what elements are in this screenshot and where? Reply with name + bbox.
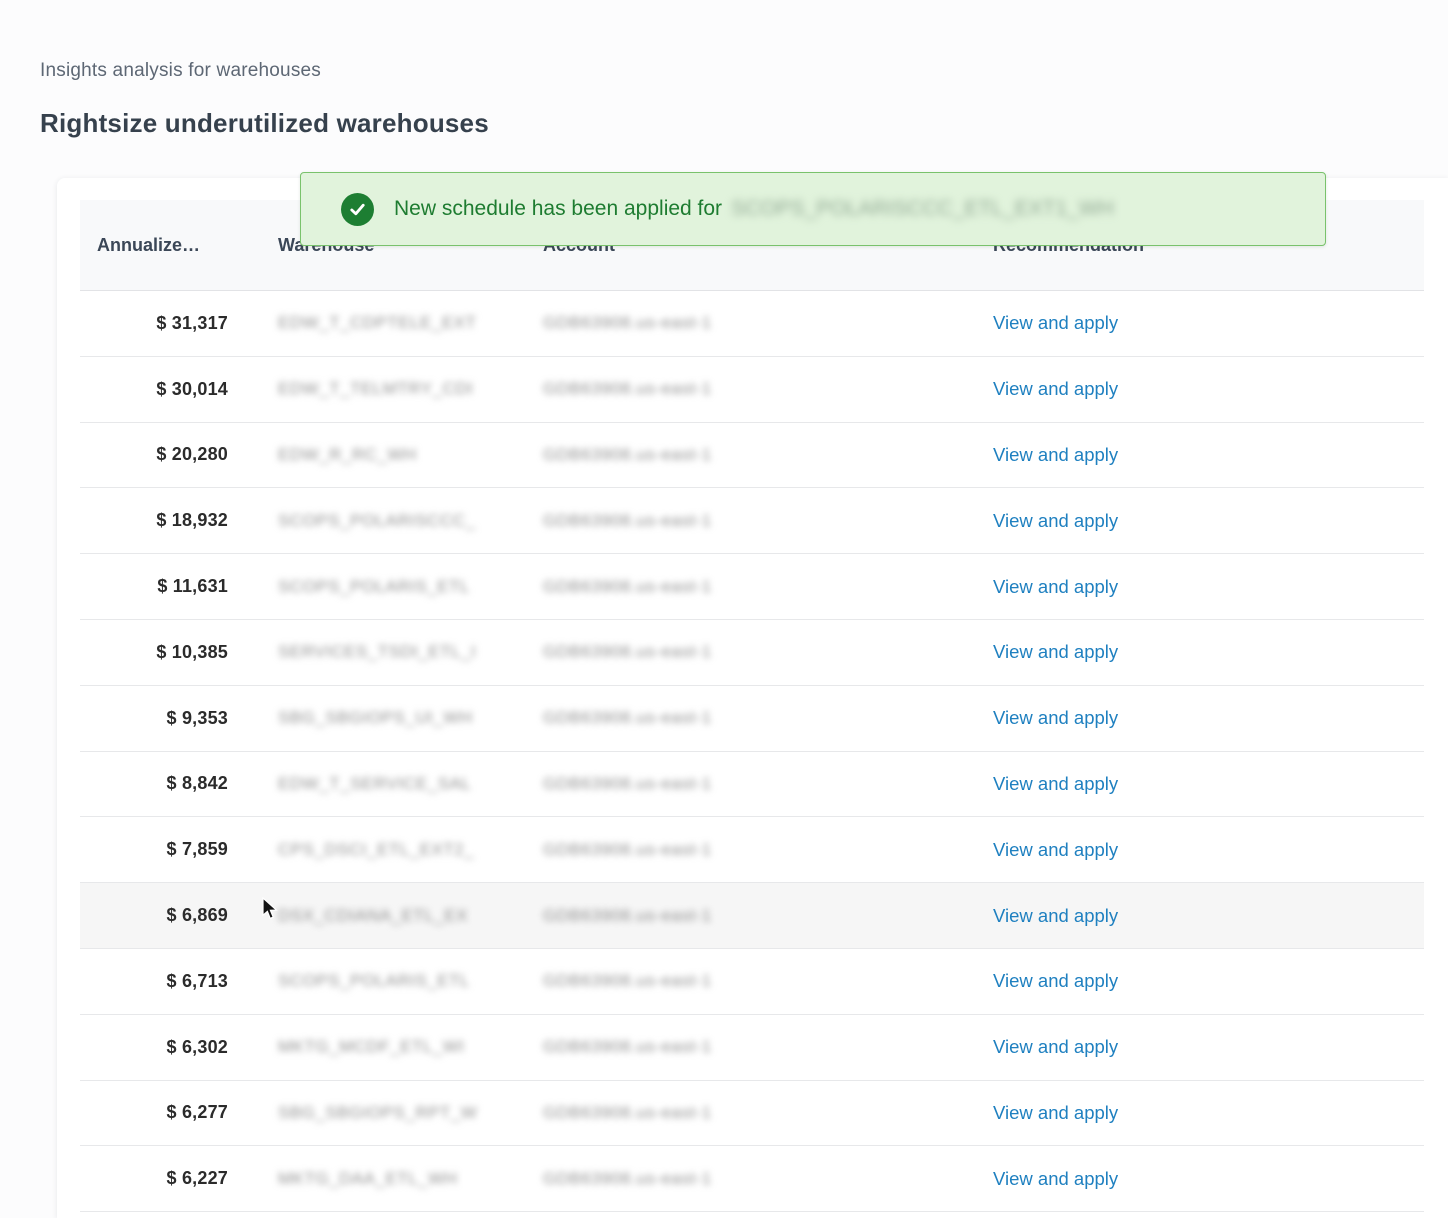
view-and-apply-link[interactable]: View and apply: [993, 1168, 1118, 1189]
annualized-cost-cell: $ 8,842: [80, 773, 245, 794]
page-title: Rightsize underutilized warehouses: [40, 108, 489, 139]
warehouse-cell: MKTG_DAA_ETL_WH: [245, 1169, 510, 1189]
recommendation-cell: View and apply: [960, 641, 1424, 663]
warehouse-cell: SCOPS_POLARISCCC_: [245, 511, 510, 531]
account-cell: GDB63908.us-east-1: [510, 1037, 960, 1057]
view-and-apply-link[interactable]: View and apply: [993, 444, 1118, 465]
recommendation-cell: View and apply: [960, 707, 1424, 729]
view-and-apply-link[interactable]: View and apply: [993, 378, 1118, 399]
warehouse-cell: EDW_T_CDPTELE_EXT: [245, 313, 510, 333]
annualized-cost-cell: $ 7,859: [80, 839, 245, 860]
view-and-apply-link[interactable]: View and apply: [993, 839, 1118, 860]
table-row: $ 6,713SCOPS_POLARIS_ETLGDB63908.us-east…: [80, 949, 1424, 1015]
annualized-cost-cell: $ 10,385: [80, 642, 245, 663]
table-row: $ 11,631SCOPS_POLARIS_ETLGDB63908.us-eas…: [80, 554, 1424, 620]
view-and-apply-link[interactable]: View and apply: [993, 312, 1118, 333]
table-row: $ 6,302MKTG_MCDF_ETL_WIGDB63908.us-east-…: [80, 1015, 1424, 1081]
recommendation-cell: View and apply: [960, 773, 1424, 795]
view-and-apply-link[interactable]: View and apply: [993, 905, 1118, 926]
annualized-cost-cell: $ 30,014: [80, 379, 245, 400]
warehouse-cell: SCOPS_POLARIS_ETL: [245, 577, 510, 597]
view-and-apply-link[interactable]: View and apply: [993, 510, 1118, 531]
toast-message: New schedule has been applied for: [394, 197, 722, 221]
recommendation-cell: View and apply: [960, 576, 1424, 598]
table-row: $ 6,869DSX_CDIANA_ETL_EXGDB63908.us-east…: [80, 883, 1424, 949]
page-subtitle: Insights analysis for warehouses: [40, 60, 321, 82]
account-cell: GDB63908.us-east-1: [510, 642, 960, 662]
annualized-cost-cell: $ 6,277: [80, 1102, 245, 1123]
table-row: $ 20,280EDW_R_RC_WHGDB63908.us-east-1 Vie…: [80, 423, 1424, 489]
view-and-apply-link[interactable]: View and apply: [993, 707, 1118, 728]
annualized-cost-cell: $ 31,317: [80, 313, 245, 334]
recommendation-cell: View and apply: [960, 970, 1424, 992]
recommendation-cell: View and apply: [960, 1102, 1424, 1124]
warehouses-table: Annualize… Warehouse Account Recommendat…: [80, 200, 1424, 1212]
view-and-apply-link[interactable]: View and apply: [993, 970, 1118, 991]
account-cell: GDB63908.us-east-1: [510, 379, 960, 399]
account-cell: GDB63908.us-east-1: [510, 1169, 960, 1189]
account-cell: GDB63908.us-east-1: [510, 906, 960, 926]
view-and-apply-link[interactable]: View and apply: [993, 773, 1118, 794]
warehouse-cell: MKTG_MCDF_ETL_WI: [245, 1037, 510, 1057]
warehouse-cell: SCOPS_POLARIS_ETL: [245, 971, 510, 991]
account-cell: GDB63908.us-east-1: [510, 774, 960, 794]
recommendation-cell: View and apply: [960, 510, 1424, 532]
content-card: Annualize… Warehouse Account Recommendat…: [57, 178, 1448, 1218]
toast-notification: New schedule has been applied for SCOPS_…: [300, 172, 1326, 246]
warehouse-cell: SBG_SBGIOPS_RPT_W: [245, 1103, 510, 1123]
view-and-apply-link[interactable]: View and apply: [993, 1036, 1118, 1057]
account-cell: GDB63908.us-east-1: [510, 971, 960, 991]
account-cell: GDB63908.us-east-1: [510, 577, 960, 597]
warehouse-cell: SERVICES_TSDI_ETL_I: [245, 642, 510, 662]
check-circle-icon: [341, 193, 374, 226]
warehouse-cell: DSX_CDIANA_ETL_EX: [245, 906, 510, 926]
table-row: $ 6,277SBG_SBGIOPS_RPT_WGDB63908.us-east…: [80, 1081, 1424, 1147]
view-and-apply-link[interactable]: View and apply: [993, 641, 1118, 662]
recommendation-cell: View and apply: [960, 905, 1424, 927]
annualized-cost-cell: $ 6,869: [80, 905, 245, 926]
annualized-cost-cell: $ 18,932: [80, 510, 245, 531]
table-row: $ 31,317EDW_T_CDPTELE_EXTGDB63908.us-eas…: [80, 291, 1424, 357]
annualized-cost-cell: $ 6,227: [80, 1168, 245, 1189]
table-row: $ 9,353SBG_SBGIOPS_UI_WHGDB63908.us-east…: [80, 686, 1424, 752]
account-cell: GDB63908.us-east-1: [510, 840, 960, 860]
view-and-apply-link[interactable]: View and apply: [993, 1102, 1118, 1123]
account-cell: GDB63908.us-east-1: [510, 313, 960, 333]
account-cell: GDB63908.us-east-1: [510, 708, 960, 728]
column-header-annualized[interactable]: Annualize…: [80, 235, 245, 256]
annualized-cost-cell: $ 9,353: [80, 708, 245, 729]
annualized-cost-cell: $ 6,713: [80, 971, 245, 992]
warehouse-cell: EDW_R_RC_WH: [245, 445, 510, 465]
warehouse-cell: EDW_T_TELMTRY_CDI: [245, 379, 510, 399]
table-row: $ 30,014EDW_T_TELMTRY_CDIGDB63908.us-eas…: [80, 357, 1424, 423]
account-cell: GDB63908.us-east-1: [510, 1103, 960, 1123]
table-row: $ 7,859CPS_DSCI_ETL_EXT2_GDB63908.us-eas…: [80, 817, 1424, 883]
account-cell: GDB63908.us-east-1: [510, 445, 960, 465]
table-body: $ 31,317EDW_T_CDPTELE_EXTGDB63908.us-eas…: [80, 291, 1424, 1212]
table-row: $ 18,932SCOPS_POLARISCCC_GDB63908.us-eas…: [80, 488, 1424, 554]
annualized-cost-cell: $ 11,631: [80, 576, 245, 597]
warehouse-cell: CPS_DSCI_ETL_EXT2_: [245, 840, 510, 860]
account-cell: GDB63908.us-east-1: [510, 511, 960, 531]
recommendation-cell: View and apply: [960, 444, 1424, 466]
warehouse-cell: SBG_SBGIOPS_UI_WH: [245, 708, 510, 728]
view-and-apply-link[interactable]: View and apply: [993, 576, 1118, 597]
table-row: $ 10,385SERVICES_TSDI_ETL_IGDB63908.us-e…: [80, 620, 1424, 686]
recommendation-cell: View and apply: [960, 839, 1424, 861]
warehouse-cell: EDW_T_SERVICE_SAL: [245, 774, 510, 794]
annualized-cost-cell: $ 20,280: [80, 444, 245, 465]
recommendation-cell: View and apply: [960, 312, 1424, 334]
toast-warehouse-name: SCOPS_POLARISCCC_ETL_EXT1_WH: [731, 197, 1114, 221]
table-row: $ 6,227MKTG_DAA_ETL_WHGDB63908.us-east-1…: [80, 1146, 1424, 1212]
annualized-cost-cell: $ 6,302: [80, 1037, 245, 1058]
table-row: $ 8,842EDW_T_SERVICE_SALGDB63908.us-east…: [80, 752, 1424, 818]
recommendation-cell: View and apply: [960, 378, 1424, 400]
recommendation-cell: View and apply: [960, 1036, 1424, 1058]
recommendation-cell: View and apply: [960, 1168, 1424, 1190]
